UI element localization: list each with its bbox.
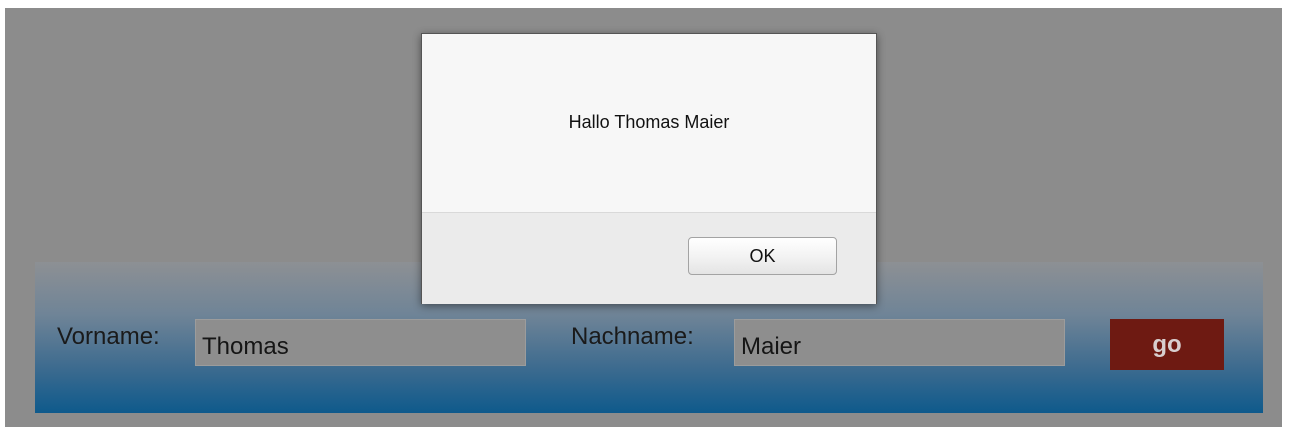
last-name-input[interactable] — [734, 319, 1065, 366]
alert-dialog: Hallo Thomas Maier OK — [421, 33, 877, 304]
alert-footer: OK — [422, 212, 876, 304]
first-name-input[interactable] — [195, 319, 526, 366]
alert-message: Hallo Thomas Maier — [568, 112, 730, 132]
ok-button[interactable]: OK — [688, 237, 837, 275]
browser-viewport: Vorname: Nachname: go Hallo Thomas Maier… — [0, 0, 1290, 433]
last-name-label: Nachname: — [571, 323, 694, 350]
go-button[interactable]: go — [1110, 319, 1224, 370]
first-name-label: Vorname: — [57, 323, 160, 350]
